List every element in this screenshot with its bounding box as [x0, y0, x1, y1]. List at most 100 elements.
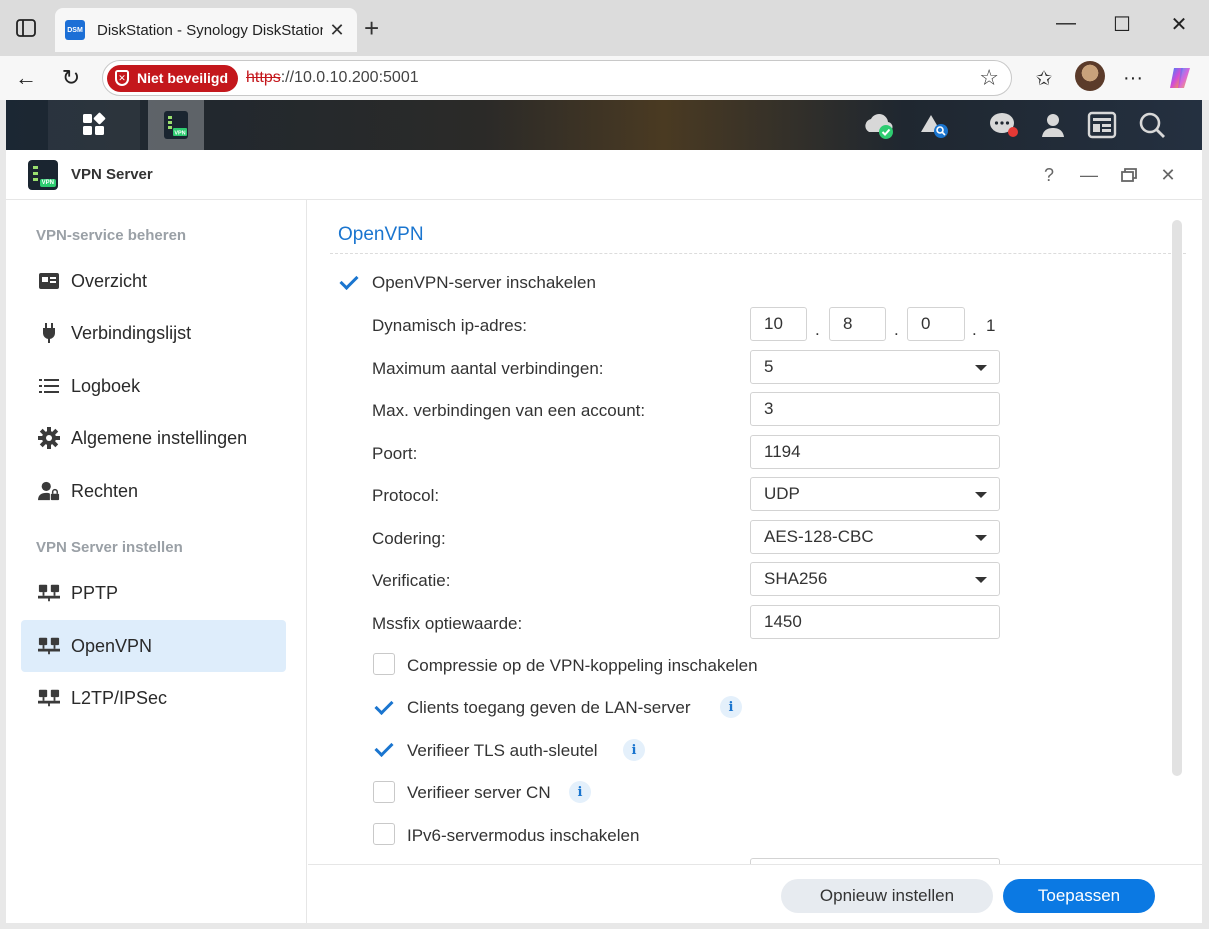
sidebar-item-l2tp-ipsec[interactable]: L2TP/IPSec [21, 672, 286, 724]
ipv6-mode-checkbox[interactable] [373, 823, 395, 845]
widgets-icon[interactable] [1080, 100, 1124, 150]
mssfix-input[interactable]: 1450 [750, 605, 1000, 639]
port-label: Poort: [372, 444, 418, 463]
more-options-icon[interactable]: ··· [1119, 64, 1147, 92]
tls-auth-checkbox[interactable] [373, 738, 395, 760]
authentication-select[interactable]: SHA256 [750, 562, 1000, 596]
favorites-icon[interactable]: ✩ [1030, 64, 1058, 92]
sidebar-toggle-icon[interactable] [12, 14, 40, 42]
enable-openvpn-checkbox[interactable] [338, 271, 360, 293]
info-icon[interactable]: i [720, 696, 742, 718]
search-icon[interactable] [1130, 100, 1174, 150]
sidebar-item-general-settings[interactable]: Algemene instellingen [21, 412, 286, 464]
protocol-label: Protocol: [372, 486, 440, 505]
gear-icon [38, 427, 60, 449]
address-bar[interactable]: ✕ Niet beveiligd https://10.0.10.200:500… [102, 60, 1012, 96]
shield-warning-icon: ✕ [115, 70, 129, 86]
enable-openvpn-label: OpenVPN-server inschakelen [372, 273, 596, 292]
cloud-sync-icon[interactable] [856, 100, 900, 150]
lan-access-label: Clients toegang geven de LAN-server [407, 698, 691, 717]
browser-tab[interactable]: DSM DiskStation - Synology DiskStation ✕ [55, 8, 357, 52]
ip-dot: . [894, 320, 899, 339]
sidebar-item-privileges[interactable]: Rechten [21, 465, 286, 517]
tab-title: DiskStation - Synology DiskStation [97, 21, 323, 39]
sidebar-item-connection-list[interactable]: Verbindingslijst [21, 307, 286, 359]
sidebar-item-label: L2TP/IPSec [71, 687, 168, 708]
main-menu-icon[interactable] [48, 100, 140, 150]
reload-icon[interactable]: ↻ [56, 63, 86, 93]
ipv6-mode-label: IPv6-servermodus inschakelen [407, 826, 640, 845]
ip-dot: . [815, 320, 820, 339]
network-icon [38, 635, 60, 657]
port-input[interactable]: 1194 [750, 435, 1000, 469]
overview-icon [38, 270, 60, 292]
compression-label: Compressie op de VPN-koppeling inschakel… [407, 656, 758, 675]
protocol-select[interactable]: UDP [750, 477, 1000, 511]
max-account-connections-input[interactable]: 3 [750, 392, 1000, 426]
copilot-icon[interactable] [1166, 64, 1194, 92]
sidebar-item-label: Rechten [71, 480, 139, 501]
maximize-window-icon[interactable]: ☐ [1107, 12, 1137, 37]
vpn-server-app-icon: VPN [28, 159, 58, 190]
network-icon [38, 582, 60, 604]
close-icon[interactable]: ✕ [1156, 163, 1180, 187]
authentication-label: Verificatie: [372, 571, 451, 590]
verify-server-cn-checkbox[interactable] [373, 781, 395, 803]
encryption-label: Codering: [372, 529, 446, 548]
openvpn-settings-panel: OpenVPN OpenVPN-server inschakelen Dynam… [308, 200, 1202, 864]
sidebar-item-pptp[interactable]: PPTP [21, 567, 286, 619]
max-connections-select[interactable]: 5 [750, 350, 1000, 384]
not-secure-badge[interactable]: ✕ Niet beveiligd [107, 64, 239, 92]
browser-tab-bar: DSM DiskStation - Synology DiskStation ✕… [0, 0, 1209, 56]
help-icon[interactable]: ? [1037, 163, 1061, 187]
sidebar-item-log[interactable]: Logboek [21, 360, 286, 412]
dialog-footer: Opnieuw instellen Toepassen [308, 864, 1202, 923]
back-icon[interactable]: ← [11, 63, 41, 93]
mssfix-label: Mssfix optiewaarde: [372, 614, 523, 633]
encryption-select[interactable]: AES-128-CBC [750, 520, 1000, 554]
dsm-taskbar: VPN [6, 100, 1202, 150]
user-lock-icon [38, 480, 60, 502]
vpn-server-window: VPN VPN Server ? — ✕ VPN-service beheren… [6, 150, 1202, 923]
dynamic-ip-label: Dynamisch ip-adres: [372, 316, 527, 335]
lan-access-checkbox[interactable] [373, 696, 395, 718]
profile-avatar[interactable] [1075, 61, 1105, 91]
search-drive-icon[interactable] [912, 100, 956, 150]
sidebar-item-label: Logboek [71, 375, 141, 396]
sidebar-item-openvpn[interactable]: OpenVPN [21, 620, 286, 672]
url-text: https://10.0.10.200:5001 [246, 69, 419, 87]
minimize-window-icon[interactable]: — [1051, 12, 1081, 35]
close-tab-icon[interactable]: ✕ [327, 20, 347, 41]
browser-toolbar: ← ↻ ✕ Niet beveiligd https://10.0.10.200… [0, 56, 1209, 100]
restore-icon[interactable] [1117, 163, 1141, 187]
url-host: ://10.0.10.200:5001 [280, 69, 419, 86]
sidebar: VPN-service beheren Overzicht Verbinding… [6, 200, 307, 923]
network-icon [38, 687, 60, 709]
reset-button[interactable]: Opnieuw instellen [781, 879, 993, 913]
vertical-scrollbar[interactable] [1172, 220, 1182, 776]
new-tab-icon[interactable]: + [364, 14, 379, 42]
favorite-star-icon[interactable]: ☆ [979, 65, 999, 91]
ip-dot: . [972, 320, 977, 339]
window-header[interactable]: VPN VPN Server ? — ✕ [6, 150, 1202, 200]
sidebar-item-label: Overzicht [71, 270, 148, 291]
notifications-chat-icon[interactable] [982, 100, 1026, 150]
ip-octet-2-input[interactable]: 8 [829, 307, 886, 341]
window-title: VPN Server [71, 166, 153, 183]
ip-octet-4-value: 1 [986, 316, 996, 335]
close-window-icon[interactable]: ✕ [1164, 12, 1194, 37]
vpn-server-taskbar-icon[interactable]: VPN [148, 100, 204, 150]
plug-icon [38, 322, 60, 344]
compression-checkbox[interactable] [373, 653, 395, 675]
sidebar-item-label: Verbindingslijst [71, 322, 192, 343]
minimize-icon[interactable]: — [1077, 163, 1101, 187]
sidebar-item-label: OpenVPN [71, 635, 153, 656]
info-icon[interactable]: i [569, 781, 591, 803]
app-badge: VPN [39, 178, 56, 187]
ip-octet-3-input[interactable]: 0 [907, 307, 965, 341]
sidebar-item-overview[interactable]: Overzicht [21, 255, 286, 307]
info-icon[interactable]: i [623, 739, 645, 761]
user-account-icon[interactable] [1031, 100, 1075, 150]
ip-octet-1-input[interactable]: 10 [750, 307, 807, 341]
apply-button[interactable]: Toepassen [1003, 879, 1155, 913]
